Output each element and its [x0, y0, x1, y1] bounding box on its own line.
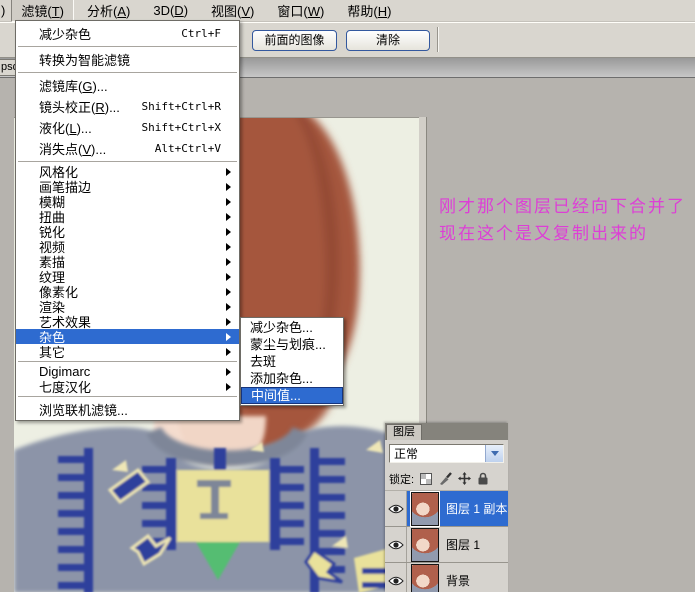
submenu-arrow-icon — [226, 333, 231, 341]
menu-item-other[interactable]: 其它 — [16, 344, 239, 359]
layer-row-1[interactable]: 图层 1 — [385, 527, 508, 563]
layer-name: 图层 1 — [446, 536, 480, 553]
submenu-arrow-icon — [226, 348, 231, 356]
menu-item-browse-filters-online[interactable]: 浏览联机滤镜... — [16, 399, 239, 420]
clipped-menu-fragment: ) — [0, 1, 11, 20]
submenu-arrow-icon — [226, 288, 231, 296]
layer-name: 图层 1 副本 — [446, 500, 507, 517]
submenu-arrow-icon — [226, 183, 231, 191]
annotation-line-1: 刚才那个图层已经向下合并了 — [439, 193, 686, 220]
layer-thumbnail[interactable] — [411, 528, 439, 562]
submenu-item-despeckle[interactable]: 去斑 — [241, 353, 343, 370]
lock-pixels-brush-icon[interactable] — [438, 472, 452, 486]
menubar-item-filter[interactable]: 滤镜(T) — [11, 0, 74, 22]
visibility-eye-icon[interactable] — [385, 527, 407, 562]
menu-item-liquify[interactable]: 液化(L)... Shift+Ctrl+X — [16, 117, 239, 138]
submenu-arrow-icon — [226, 383, 231, 391]
lock-label: 锁定: — [389, 471, 414, 487]
blend-mode-row: 正常 — [385, 440, 508, 467]
noise-submenu: 减少杂色... 蒙尘与划痕... 去斑 添加杂色... 中间值... — [240, 317, 344, 406]
submenu-arrow-icon — [226, 228, 231, 236]
menu-item-convert-smart-filters[interactable]: 转换为智能滤镜 — [16, 49, 239, 70]
menu-item-reduce-noise[interactable]: 减少杂色 Ctrl+F — [16, 23, 239, 44]
layer-thumbnail[interactable] — [411, 492, 439, 526]
menu-item-lens-correction[interactable]: 镜头校正(R)... Shift+Ctrl+R — [16, 96, 239, 117]
front-image-button[interactable]: 前面的图像 — [252, 30, 337, 51]
submenu-arrow-icon — [226, 368, 231, 376]
menu-item-filter-gallery[interactable]: 滤镜库(G)... — [16, 75, 239, 96]
options-divider — [437, 27, 439, 52]
photoshop-window: 刚才那个图层已经向下合并了 现在这个是又复制出来的 ) 滤镜(T) 分析(A) … — [0, 0, 695, 592]
submenu-arrow-icon — [226, 168, 231, 176]
lock-all-padlock-icon[interactable] — [476, 472, 490, 486]
menubar-item-3d[interactable]: 3D(D) — [143, 1, 198, 20]
blend-mode-value: 正常 — [390, 445, 485, 462]
layer-name: 背景 — [446, 572, 470, 589]
submenu-item-reduce-noise[interactable]: 减少杂色... — [241, 319, 343, 336]
clear-button[interactable]: 清除 — [346, 30, 430, 51]
submenu-arrow-icon — [226, 303, 231, 311]
visibility-eye-icon[interactable] — [385, 491, 407, 526]
submenu-arrow-icon — [226, 243, 231, 251]
menubar-item-analysis[interactable]: 分析(A) — [77, 0, 140, 22]
menubar-item-view[interactable]: 视图(V) — [201, 0, 264, 22]
submenu-arrow-icon — [226, 273, 231, 281]
chevron-down-icon[interactable] — [485, 445, 503, 462]
layer-row-background[interactable]: 背景 — [385, 563, 508, 592]
blend-mode-select[interactable]: 正常 — [389, 444, 504, 463]
layers-panel: 图层 正常 锁定: — [385, 423, 508, 592]
submenu-arrow-icon — [226, 258, 231, 266]
submenu-item-add-noise[interactable]: 添加杂色... — [241, 370, 343, 387]
layers-panel-tab-bar: 图层 — [385, 423, 508, 440]
visibility-eye-icon[interactable] — [385, 563, 407, 592]
submenu-arrow-icon — [226, 213, 231, 221]
submenu-arrow-icon — [226, 198, 231, 206]
lock-transparency-icon[interactable] — [419, 472, 433, 486]
menu-item-qidu-hanhua[interactable]: 七度汉化 — [16, 379, 239, 394]
submenu-item-dust-and-scratches[interactable]: 蒙尘与划痕... — [241, 336, 343, 353]
layers-tab[interactable]: 图层 — [386, 424, 422, 440]
layer-thumbnail[interactable] — [411, 564, 439, 592]
annotation-line-2: 现在这个是又复制出来的 — [439, 220, 686, 247]
menubar-item-help[interactable]: 帮助(H) — [337, 0, 401, 22]
menubar-item-window[interactable]: 窗口(W) — [267, 0, 334, 22]
layer-row-copy[interactable]: 图层 1 副本 — [385, 491, 508, 527]
filter-dropdown-menu: 减少杂色 Ctrl+F 转换为智能滤镜 滤镜库(G)... 镜头校正(R)...… — [15, 20, 240, 421]
annotation-text: 刚才那个图层已经向下合并了 现在这个是又复制出来的 — [439, 193, 686, 247]
submenu-item-median[interactable]: 中间值... — [241, 387, 343, 404]
lock-position-move-icon[interactable] — [457, 472, 471, 486]
lock-row: 锁定: — [385, 467, 508, 491]
submenu-arrow-icon — [226, 318, 231, 326]
menu-item-vanishing-point[interactable]: 消失点(V)... Alt+Ctrl+V — [16, 138, 239, 159]
menu-bar: ) 滤镜(T) 分析(A) 3D(D) 视图(V) 窗口(W) 帮助(H) — [0, 0, 695, 22]
